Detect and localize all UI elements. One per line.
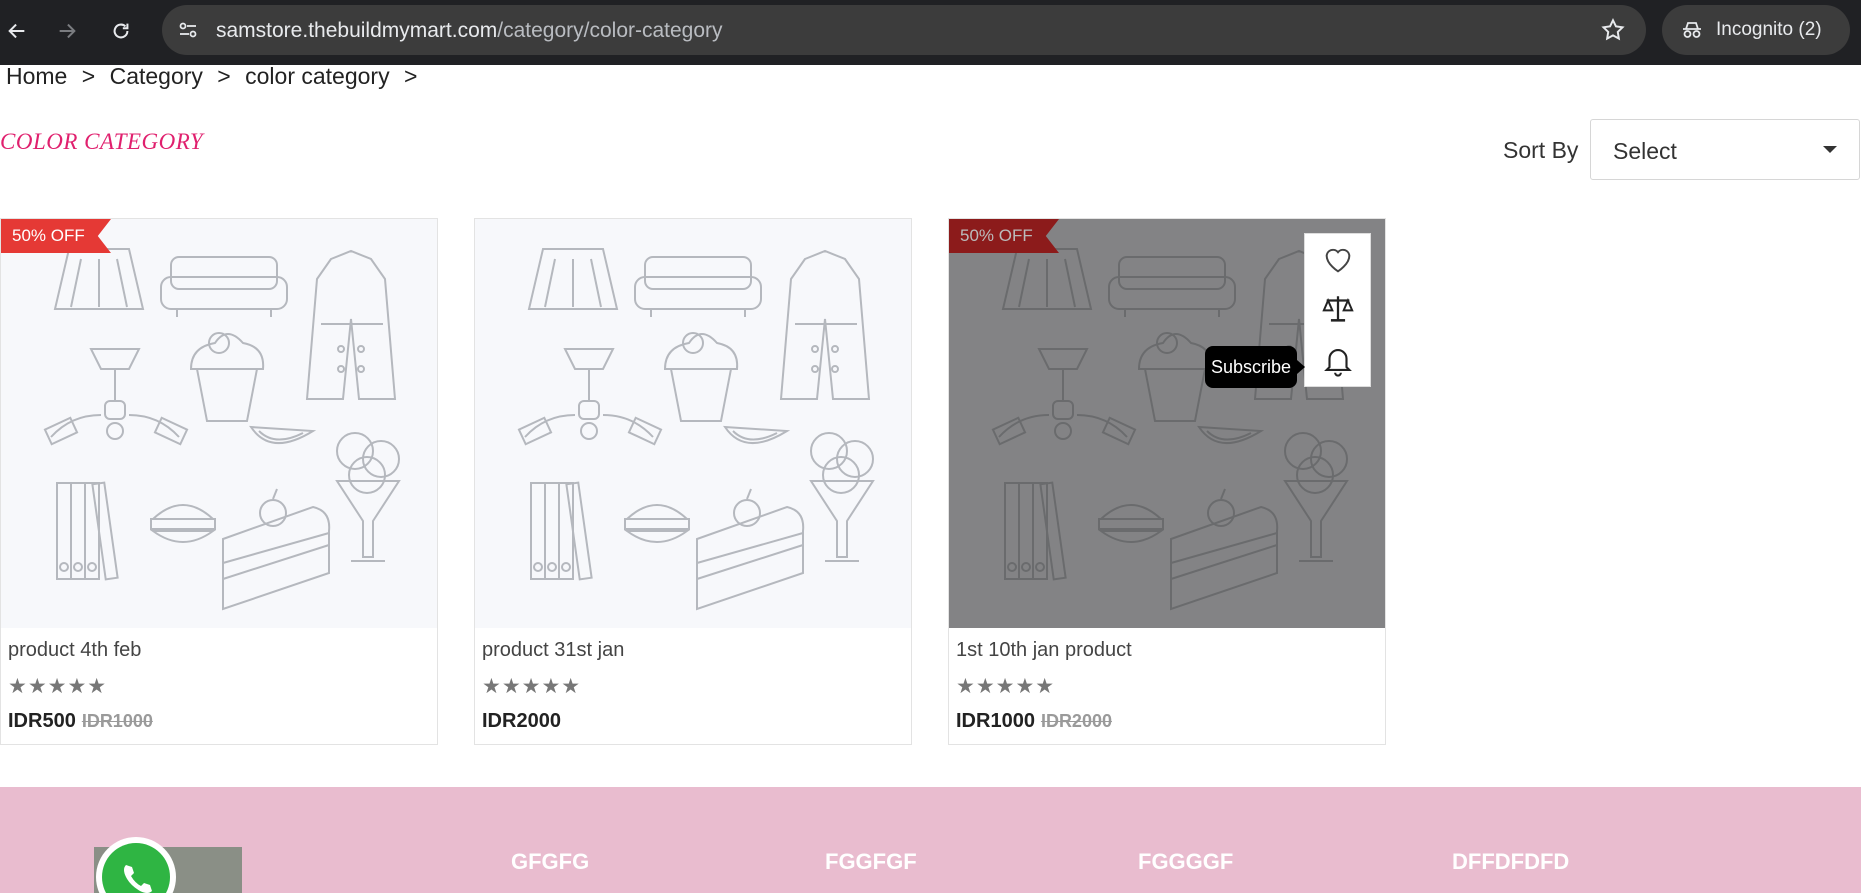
product-price: IDR500 IDR1000 xyxy=(8,710,153,733)
product-card[interactable]: product 31st jan ★★★★★ IDR2000 xyxy=(474,218,912,745)
sort-label: Sort By xyxy=(1503,137,1579,163)
footer-column-heading: DFFDFDFD xyxy=(1452,849,1570,874)
url-path: /category/color-category xyxy=(497,19,723,42)
incognito-icon xyxy=(1683,22,1701,38)
url-text[interactable]: samstore.thebuildmymart.com/category/col… xyxy=(216,19,723,43)
product-name[interactable]: 1st 10th jan product xyxy=(956,639,1132,662)
back-arrow-icon[interactable] xyxy=(0,14,34,48)
breadcrumb-separator: > xyxy=(81,63,96,89)
breadcrumb: Home > Category > color category > xyxy=(6,63,425,90)
footer-column-heading: GFGFG xyxy=(511,849,590,874)
bookmark-star-icon[interactable] xyxy=(1600,17,1626,43)
discount-badge: 50% OFF xyxy=(949,219,1059,253)
breadcrumb-separator: > xyxy=(403,63,418,89)
sort-select[interactable]: Select xyxy=(1590,119,1860,180)
discount-badge: 50% OFF xyxy=(1,219,111,253)
product-price: IDR1000 IDR2000 xyxy=(956,710,1112,733)
sort-selected-value: Select xyxy=(1613,138,1677,164)
page-title: COLOR CATEGORY xyxy=(0,129,204,154)
product-image[interactable] xyxy=(1,219,437,628)
original-price: IDR2000 xyxy=(1040,711,1112,731)
subscribe-tooltip: Subscribe xyxy=(1205,346,1305,388)
current-price: IDR1000 xyxy=(956,710,1035,732)
product-image[interactable] xyxy=(475,219,911,628)
url-domain: samstore.thebuildmymart.com xyxy=(216,19,498,42)
whatsapp-button[interactable] xyxy=(96,837,176,893)
incognito-label: Incognito (2) xyxy=(1716,19,1822,40)
product-name[interactable]: product 31st jan xyxy=(482,639,624,662)
current-price: IDR2000 xyxy=(482,710,561,732)
footer-column-heading: FGGFGF xyxy=(825,849,917,874)
whatsapp-icon xyxy=(102,843,170,893)
forward-arrow-icon[interactable] xyxy=(50,14,84,48)
heart-icon[interactable] xyxy=(1321,243,1355,277)
breadcrumb-separator: > xyxy=(217,63,231,89)
browser-toolbar: samstore.thebuildmymart.com/category/col… xyxy=(0,0,1861,65)
rating-stars: ★★★★★ xyxy=(482,675,582,698)
bell-icon[interactable] xyxy=(1321,343,1355,377)
footer-column-heading: FGGGGF xyxy=(1138,849,1234,874)
original-price: IDR1000 xyxy=(81,711,153,731)
site-info-icon[interactable] xyxy=(176,18,200,42)
chevron-down-icon xyxy=(1823,146,1837,153)
rating-stars: ★★★★★ xyxy=(8,675,108,698)
product-actions xyxy=(1304,233,1371,387)
breadcrumb-color-category[interactable]: color category xyxy=(245,63,389,89)
current-price: IDR500 xyxy=(8,710,76,732)
site-footer: GFGFG FGGFGF FGGGGF DFFDFDFD xyxy=(0,787,1861,893)
product-price: IDR2000 xyxy=(482,710,561,733)
breadcrumb-home[interactable]: Home xyxy=(6,63,67,89)
product-card[interactable]: 50% OFF product 4th feb ★★★★★ IDR500 IDR1… xyxy=(0,218,438,745)
address-bar[interactable]: samstore.thebuildmymart.com/category/col… xyxy=(162,5,1646,55)
reload-icon[interactable] xyxy=(104,14,138,48)
rating-stars: ★★★★★ xyxy=(956,675,1056,698)
compare-scale-icon[interactable] xyxy=(1321,292,1355,326)
breadcrumb-category[interactable]: Category xyxy=(110,63,203,89)
product-name[interactable]: product 4th feb xyxy=(8,639,141,662)
incognito-button[interactable]: Incognito (2) xyxy=(1662,5,1850,55)
